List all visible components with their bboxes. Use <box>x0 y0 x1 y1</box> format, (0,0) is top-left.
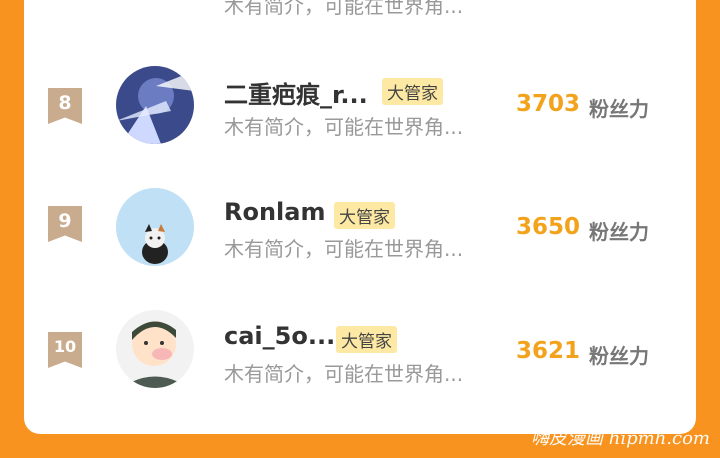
role-tag: 大管家 <box>336 326 397 353</box>
leaderboard-row-partial[interactable]: 木有简介，可能在世界角... <box>24 0 696 28</box>
fan-power-score: 3703 <box>516 91 581 117</box>
fan-power-score: 3650 <box>516 214 581 240</box>
fan-power-label: 粉丝力 <box>589 344 649 368</box>
fan-power-score: 3621 <box>516 338 581 364</box>
user-bio: 木有简介，可能在世界角... <box>224 237 464 261</box>
site-watermark: 嗨皮漫画 hipmh.com <box>531 428 710 449</box>
avatar[interactable] <box>116 310 194 388</box>
user-name[interactable]: cai_5o... <box>224 322 335 350</box>
user-name[interactable]: Ronlam <box>224 198 325 226</box>
user-name[interactable]: 二重疤痕_r... <box>224 75 368 110</box>
fan-power-label: 粉丝力 <box>589 220 649 244</box>
rank-badge: 8 <box>48 88 82 124</box>
user-bio: 木有简介，可能在世界角... <box>224 115 464 139</box>
leaderboard-row[interactable]: 9 Ronlam 大管家 木有简介，可能在世界角... 3650 粉丝力 <box>24 166 696 276</box>
role-tag: 大管家 <box>382 78 443 105</box>
leaderboard-row[interactable]: 10 cai_5o... 大管家 木有简介，可能在世界角... 3621 粉丝力 <box>24 290 696 400</box>
rank-badge: 9 <box>48 206 82 242</box>
fan-power-label: 粉丝力 <box>589 97 649 121</box>
role-tag: 大管家 <box>334 202 395 229</box>
user-bio: 木有简介，可能在世界角... <box>224 362 464 386</box>
user-bio: 木有简介，可能在世界角... <box>224 0 464 18</box>
leaderboard-card: 木有简介，可能在世界角... 8 二重疤痕_r... 大管家 木有简介，可能在世… <box>24 0 696 434</box>
rank-badge: 10 <box>48 332 82 368</box>
leaderboard-row[interactable]: 8 二重疤痕_r... 大管家 木有简介，可能在世界角... 3703 粉丝力 <box>24 48 696 158</box>
avatar[interactable] <box>116 188 194 266</box>
avatar[interactable] <box>116 66 194 144</box>
